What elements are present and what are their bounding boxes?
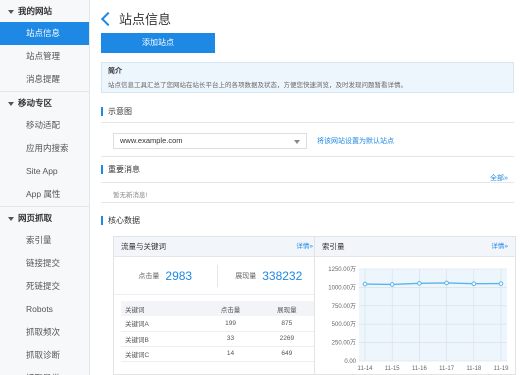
traffic-card-title: 流量与关键词 [121,242,166,251]
divider [101,122,514,123]
data-point [362,281,368,287]
clicks-stat: 点击量 2983 [114,269,217,283]
site-select[interactable]: www.example.com [113,133,307,149]
traffic-stats: 点击量 2983 展现量 338232 [114,257,320,295]
y-tick-label: 500.00万 [332,321,356,328]
sidebar-section-label: 移动专区 [18,98,53,108]
index-card-header: 索引量 详情» [315,237,515,257]
x-tick-label: 11-16 [412,366,428,372]
clicks-value: 2983 [165,268,193,283]
sidebar-item-site-app[interactable]: Site App [0,160,89,183]
table-row[interactable]: 关键词C 14 649 [121,346,315,362]
main-content: 站点信息 添加站点 简介 站点信息工具汇总了您网站在站长平台上的各项数据及状态，… [90,0,520,375]
clicks-cell: 14 [202,346,259,362]
index-card-title: 索引量 [322,242,345,251]
data-point [498,281,504,286]
data-point [471,281,477,287]
x-tick-label: 11-14 [358,366,374,372]
index-line-chart: 1250.00万 1000.00万 750.00万 500.00万 250.00万 0.0… [328,266,510,372]
y-tick-label: 750.00万 [332,303,356,310]
sidebar: 我的网站 站点信息 站点管理 消息提醒 移动专区 移动适配 应用内搜索 Site… [0,0,90,375]
table-row[interactable]: 关键词B 33 2269 [121,331,315,347]
set-default-site-link[interactable]: 将该网站设置为默认站点 [317,136,394,146]
sidebar-item-in-app-search[interactable]: 应用内搜索 [0,137,89,160]
traffic-detail-link[interactable]: 详情» [296,237,313,257]
y-tick-label: 1250.00万 [328,266,356,273]
sidebar-item-index[interactable]: 索引量 [0,229,89,252]
y-tick-label: 250.00万 [332,340,356,347]
clicks-label: 点击量 [138,272,160,280]
sidebar-item-site-manage[interactable]: 站点管理 [0,45,89,68]
add-site-button[interactable]: 添加站点 [101,33,215,53]
data-point [417,281,422,286]
keyword-table: 关键词 点击量 展现量 关键词A 199 875 关键词B 33 2269 关键… [121,301,315,362]
y-tick-label: 1000.00万 [328,284,356,291]
column-header-clicks[interactable]: 点击量 [202,301,259,316]
site-select-value: www.example.com [120,136,183,145]
page-title-text: 站点信息 [119,12,172,27]
impressions-stat: 展现量 338232 [218,269,321,283]
index-chart: 1250.00万 1000.00万 750.00万 500.00万 250.00万 0.0… [315,257,515,375]
sidebar-item-crawl-frequency[interactable]: 抓取频次 [0,321,89,344]
table-row[interactable]: 关键词A 199 875 [121,316,315,332]
sidebar-item-messages[interactable]: 消息提醒 [0,68,89,91]
sidebar-section-my-site[interactable]: 我的网站 [0,0,89,22]
y-tick-label: 0.00 [344,359,356,365]
section-title-core: 核心数据 [101,216,140,225]
impressions-label: 展现量 [235,272,257,280]
impressions-cell: 875 [258,316,315,332]
sidebar-section-crawl[interactable]: 网页抓取 [0,207,89,229]
impressions-cell: 649 [258,346,315,362]
intro-text: 站点信息工具汇总了您网站在站长平台上的各项数据及状态，方便您快速浏览，及时发现问… [108,82,407,89]
sidebar-item-crawl-errors[interactable]: 抓取异常 [0,367,89,375]
data-point [389,282,395,287]
sidebar-item-deadlink-submit[interactable]: 死链提交 [0,275,89,298]
divider [101,156,514,157]
sidebar-item-mobile-adapt[interactable]: 移动适配 [0,114,89,137]
sidebar-item-app-attr[interactable]: App 属性 [0,183,89,206]
keyword-cell: 关键词C [121,346,203,362]
intro-box: 简介 站点信息工具汇总了您网站在站长平台上的各项数据及状态，方便您快速浏览，及时… [101,62,514,93]
traffic-card: 流量与关键词 详情» 点击量 2983 展现量 338232 关键词 点击量 展现量 [113,236,321,375]
collapse-arrow-icon [8,101,14,106]
sidebar-section-label: 我的网站 [18,6,53,16]
index-card: 索引量 详情» 1250.00万 1000.00万 750.00万 500.00万 25… [314,236,516,375]
x-tick-label: 11-18 [466,366,482,372]
section-title-demo: 示意图 [101,107,132,116]
divider [101,182,514,183]
table-header-row: 关键词 点击量 展现量 [121,301,315,316]
clicks-cell: 199 [202,316,259,332]
clicks-cell: 33 [202,331,259,347]
chevron-down-icon [294,140,300,144]
column-header-keyword[interactable]: 关键词 [121,301,203,316]
chevron-icon [100,11,116,26]
divider [101,202,514,203]
impressions-value: 338232 [262,268,303,283]
sidebar-item-link-submit[interactable]: 链接提交 [0,252,89,275]
empty-messages-text: 暂无新消息! [113,192,148,199]
sidebar-section-mobile[interactable]: 移动专区 [0,92,89,114]
intro-title: 简介 [108,68,122,75]
sidebar-section-label: 网页抓取 [18,213,53,223]
keyword-cell: 关键词A [121,316,203,332]
section-title-messages: 重要消息 [101,165,140,174]
impressions-cell: 2269 [258,331,315,347]
column-header-impressions[interactable]: 展现量 [258,301,315,316]
traffic-card-header: 流量与关键词 详情» [114,237,320,257]
index-detail-link[interactable]: 详情» [491,237,508,257]
page-title: 站点信息 [100,9,172,28]
sidebar-item-site-info[interactable]: 站点信息 [0,22,89,45]
sidebar-item-robots[interactable]: Robots [0,298,89,321]
data-point [444,280,449,286]
x-tick-label: 11-17 [439,366,455,372]
x-tick-label: 11-19 [494,366,510,372]
keyword-cell: 关键词B [121,331,203,347]
x-tick-label: 11-15 [385,366,401,372]
collapse-arrow-icon [8,9,14,14]
sidebar-item-crawl-diagnosis[interactable]: 抓取诊断 [0,344,89,367]
collapse-arrow-icon [8,216,14,221]
